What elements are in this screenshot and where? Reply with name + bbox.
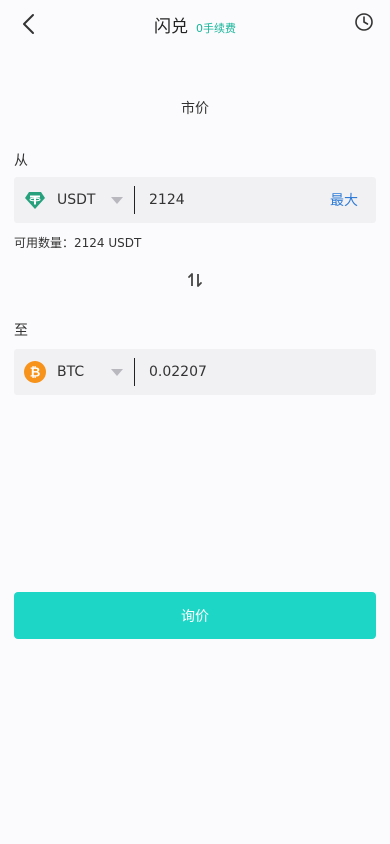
to-coin-name: BTC (57, 364, 85, 380)
title-group: 闪兑 0手续费 (0, 12, 390, 37)
page-title: 闪兑 (154, 17, 188, 37)
from-amount-input[interactable] (135, 177, 330, 223)
market-price-label: 市价 (181, 101, 209, 117)
swap-arrows-icon (188, 273, 202, 287)
chevron-down-icon (111, 368, 123, 376)
inquiry-button[interactable]: 询价 (14, 592, 376, 639)
chevron-down-icon (111, 196, 123, 204)
max-button[interactable]: 最大 (330, 190, 376, 210)
from-coin-select[interactable]: USDT (14, 177, 134, 223)
from-row: USDT 最大 (14, 177, 376, 223)
history-button[interactable] (354, 12, 376, 34)
from-label: 从 (14, 153, 28, 169)
header-bar: 闪兑 0手续费 (0, 0, 390, 48)
to-label: 至 (14, 323, 28, 339)
to-row: ₿ BTC (14, 349, 376, 395)
to-coin-select[interactable]: ₿ BTC (14, 349, 134, 395)
to-amount-input[interactable] (135, 349, 376, 395)
clock-icon (355, 13, 373, 31)
available-balance: 可用数量：2124 USDT (14, 236, 142, 250)
from-coin-name: USDT (57, 192, 96, 208)
fee-badge: 0手续费 (196, 22, 236, 35)
tether-icon (24, 189, 46, 211)
svg-text:₿: ₿ (30, 366, 41, 381)
bitcoin-icon: ₿ (24, 361, 46, 383)
swap-direction-button[interactable] (186, 271, 204, 289)
